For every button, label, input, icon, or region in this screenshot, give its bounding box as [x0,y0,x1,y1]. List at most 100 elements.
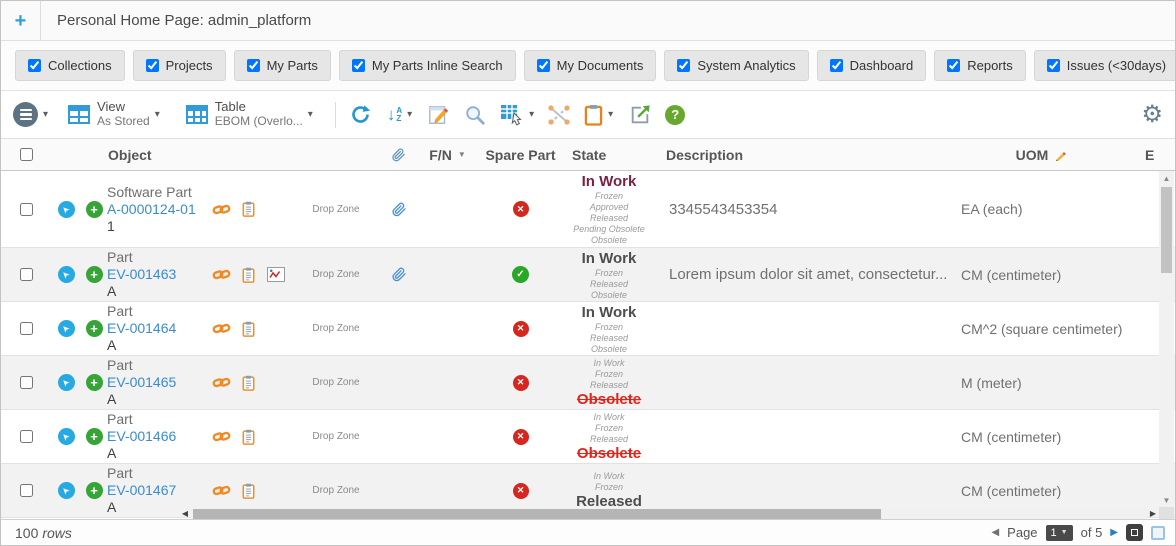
drop-zone[interactable]: Drop Zone [291,302,381,355]
sort-button[interactable]: ↓ AZ ▾ [387,106,412,123]
column-header-uom[interactable]: UOM [948,139,1135,170]
add-item-icon[interactable]: + [85,428,103,445]
toggle-reports[interactable]: Reports [934,50,1026,81]
link-action[interactable] [207,302,235,355]
help-button[interactable]: ? [665,104,686,125]
toggle-dashboard[interactable]: Dashboard [816,50,927,81]
link-action[interactable] [207,410,235,463]
toggle-collections[interactable]: Collections [15,50,125,81]
horizontal-scroll-thumb[interactable] [193,508,882,519]
state-previous: Released [589,379,629,390]
item-type: Part [107,249,133,265]
projects-checkbox[interactable] [145,59,159,72]
attachment-indicator[interactable] [381,171,416,247]
item-number-link[interactable]: EV-001464 [107,320,176,337]
clipboard-icon [242,429,254,445]
goto-item-icon[interactable]: ➤ [57,200,75,218]
my-documents-checkbox[interactable] [536,59,550,72]
column-header-fn[interactable]: F/N ▼ [416,139,479,170]
column-header-attachments[interactable] [381,139,416,170]
item-number-link[interactable]: EV-001467 [107,482,176,499]
dashboard-checkbox[interactable] [829,59,843,72]
toggle-system-analytics[interactable]: System Analytics [664,50,809,81]
drop-zone[interactable]: Drop Zone [291,248,381,301]
add-item-icon[interactable]: + [85,266,103,283]
state-cell: In Work Frozen Approved Released Pending… [562,171,656,247]
row-checkbox[interactable] [19,202,33,216]
link-action[interactable] [207,356,235,409]
toggle-projects[interactable]: Projects [132,50,226,81]
collections-checkbox[interactable] [28,59,41,72]
goto-item-icon[interactable]: ➤ [57,266,75,283]
scroll-down-icon[interactable]: ▼ [1159,493,1174,507]
drop-zone[interactable]: Drop Zone [291,171,381,247]
search-button[interactable] [464,104,486,126]
main-menu-button[interactable]: ▾ [13,102,48,127]
gear-icon[interactable]: ⚙ [1141,102,1163,127]
toggle-issues[interactable]: Issues (<30days) [1033,50,1175,81]
toggle-my-documents[interactable]: My Documents [523,50,657,81]
structure-action[interactable] [235,302,261,355]
structure-action[interactable] [235,356,261,409]
view-mode-light-button[interactable] [1151,525,1165,540]
row-checkbox[interactable] [19,430,33,443]
structure-action[interactable] [235,410,261,463]
reports-checkbox[interactable] [947,59,961,72]
drop-zone[interactable]: Drop Zone [291,356,381,409]
column-header-state[interactable]: State [562,139,656,170]
link-action[interactable] [207,171,235,247]
issues-checkbox[interactable] [1046,59,1060,72]
attachment-indicator[interactable] [381,248,416,301]
column-header-description[interactable]: Description [656,139,948,170]
drop-zone[interactable]: Drop Zone [291,410,381,463]
column-header-spare-part[interactable]: Spare Part [479,139,562,170]
scroll-up-icon[interactable]: ▲ [1159,171,1174,185]
item-number-link[interactable]: EV-001463 [107,266,176,283]
vertical-scroll-thumb[interactable] [1161,187,1172,273]
system-analytics-checkbox[interactable] [677,59,691,72]
table-selector[interactable]: Table EBOM (Overlo... ▾ [185,99,313,129]
row-checkbox[interactable] [19,376,33,389]
goto-item-icon[interactable]: ➤ [57,482,75,499]
structure-action[interactable] [235,248,261,301]
view-selector[interactable]: View As Stored ▾ [68,99,160,129]
row-checkbox[interactable] [19,484,33,497]
paperclip-icon [391,267,406,282]
add-item-icon[interactable]: + [85,320,103,337]
select-rows-button[interactable]: ▾ [500,104,534,126]
item-number-link[interactable]: A-0000124-01 [107,201,196,218]
structure-action[interactable] [235,171,261,247]
goto-item-icon[interactable]: ➤ [57,320,75,337]
item-number-link[interactable]: EV-001466 [107,428,176,445]
add-item-icon[interactable]: + [85,374,103,391]
link-action[interactable] [207,248,235,301]
row-checkbox[interactable] [19,268,33,281]
column-header-object[interactable]: Object [107,139,207,170]
add-item-icon[interactable]: + [85,482,103,499]
disconnect-button[interactable] [546,104,572,126]
my-parts-checkbox[interactable] [246,59,260,72]
clipboard-button[interactable]: ▾ [584,104,613,126]
toggle-my-parts[interactable]: My Parts [233,50,331,81]
goto-item-icon[interactable]: ➤ [57,428,75,445]
scroll-left-icon[interactable]: ◀ [179,509,191,518]
view-mode-dark-button[interactable] [1126,524,1143,541]
add-tab-button[interactable]: + [1,1,41,40]
toggle-my-parts-inline-search[interactable]: My Parts Inline Search [338,50,516,81]
column-header-e[interactable]: E [1135,139,1159,170]
my-parts-inline-search-checkbox[interactable] [351,59,365,72]
scroll-right-icon[interactable]: ▶ [1147,509,1159,518]
item-number-link[interactable]: EV-001465 [107,374,176,391]
row-checkbox[interactable] [19,322,33,335]
goto-item-icon[interactable]: ➤ [57,374,75,391]
edit-button[interactable] [428,104,450,126]
refresh-button[interactable] [350,104,371,125]
page-select[interactable]: 1 ▼ [1045,524,1073,541]
next-page-icon[interactable]: ▶ [1110,527,1118,538]
export-button[interactable] [629,104,651,126]
select-all-checkbox[interactable] [19,148,33,161]
previous-page-icon[interactable]: ◀ [991,527,999,538]
add-item-icon[interactable]: + [85,200,103,218]
vertical-scrollbar[interactable]: ▲ ▼ [1159,171,1174,507]
horizontal-scroll-track[interactable] [191,507,1147,520]
